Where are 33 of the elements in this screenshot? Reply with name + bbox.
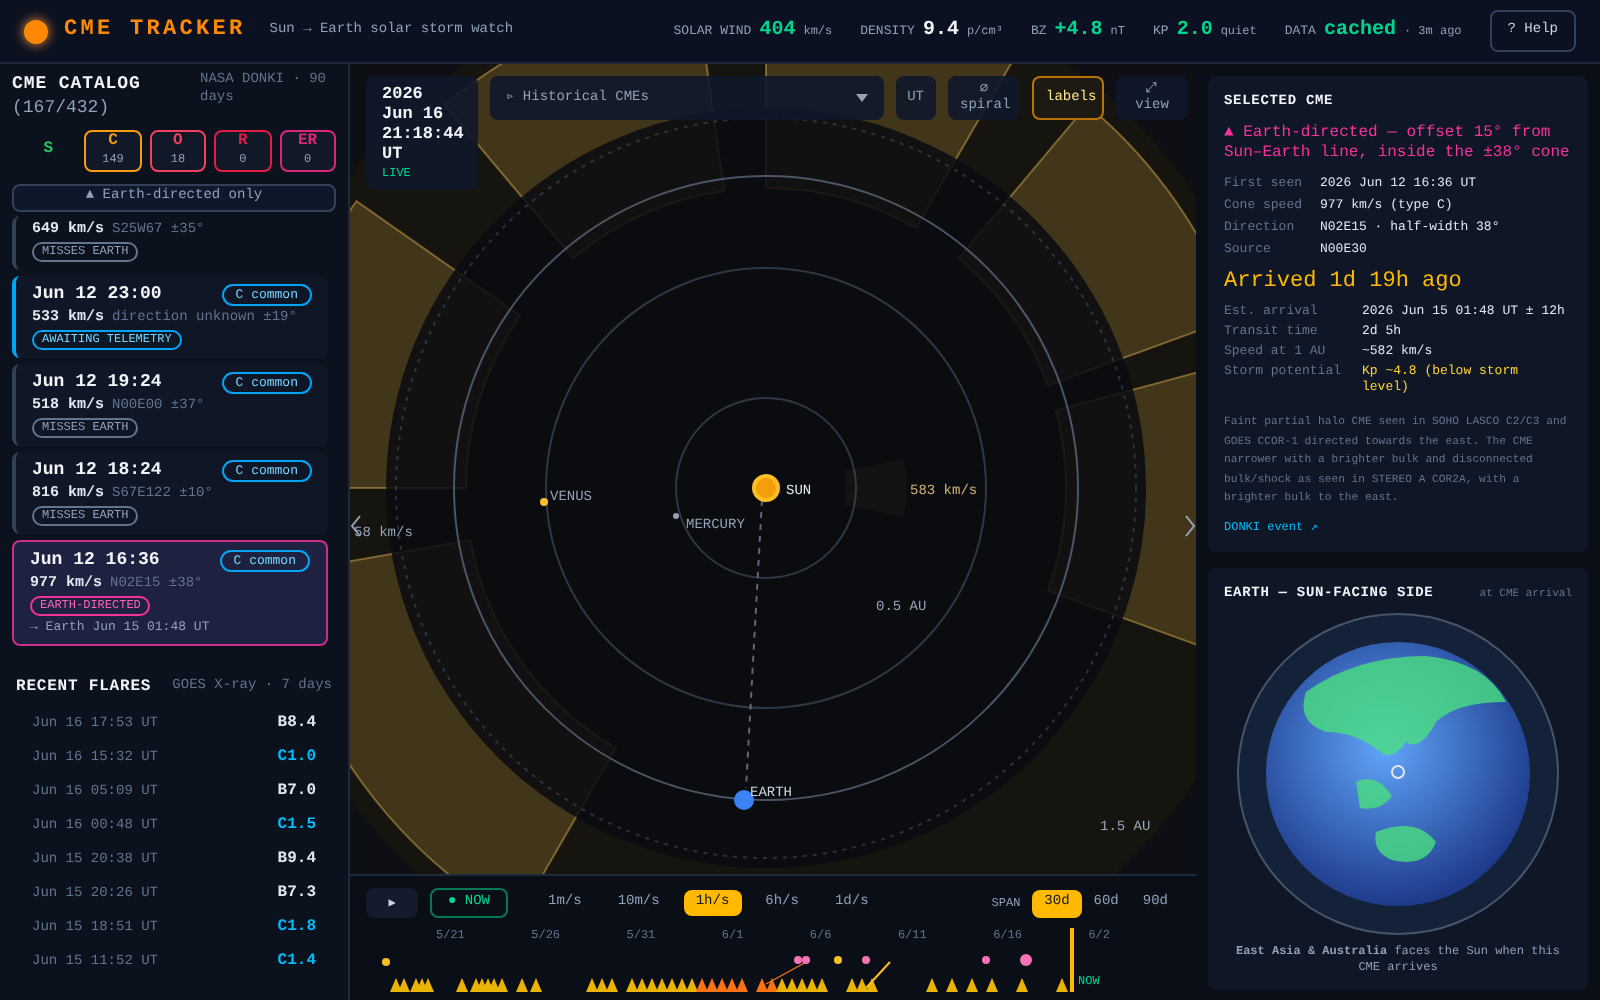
app-title: CME TRACKER bbox=[64, 16, 246, 47]
caret-icon bbox=[855, 94, 868, 102]
cme-time: Jun 12 16:36 bbox=[30, 549, 160, 571]
flare-class: C1.8 bbox=[277, 916, 316, 940]
flare-class: B8.4 bbox=[277, 712, 316, 736]
class-filter-chip[interactable]: S bbox=[20, 129, 77, 171]
earth-icon bbox=[734, 790, 754, 810]
stat-value: 9.4 bbox=[922, 18, 959, 46]
flare-class: B7.0 bbox=[277, 780, 316, 804]
stat-value: 404 bbox=[759, 18, 796, 46]
stat-value: +4.8 bbox=[1054, 18, 1103, 46]
sun-logo-icon bbox=[24, 19, 48, 43]
cme-time: Jun 12 19:24 bbox=[32, 371, 162, 393]
flare-class: C1.4 bbox=[277, 950, 316, 974]
stat-value: 2.0 bbox=[1176, 18, 1213, 46]
flares-title: RECENT FLARES bbox=[16, 675, 152, 699]
mercury-icon bbox=[673, 513, 679, 519]
arrival-status: Arrived 1d 19h ago bbox=[1224, 267, 1464, 297]
flare-class: C1.0 bbox=[277, 746, 316, 770]
sun-icon bbox=[752, 474, 780, 502]
flare-class: B7.3 bbox=[277, 882, 316, 906]
alert-text: ▲ Earth-directed — offset 15° from Sun–Earth line, inside the ±38° cone bbox=[1224, 123, 1572, 163]
chevron-right-icon[interactable] bbox=[1184, 514, 1196, 538]
flare-class: C1.5 bbox=[277, 814, 316, 838]
cme-time: Jun 12 23:00 bbox=[32, 283, 162, 305]
venus-icon bbox=[540, 498, 548, 506]
now-marker bbox=[1070, 928, 1074, 992]
catalog-count: (167/432) bbox=[12, 99, 112, 117]
clock-time: 2026 Jun 16 21:18:44 UT bbox=[382, 84, 462, 164]
catalog-title: CME CATALOG bbox=[12, 72, 141, 98]
cme-time: Jun 12 18:24 bbox=[32, 459, 162, 481]
flare-class: B9.4 bbox=[277, 848, 316, 872]
stat-value: cached bbox=[1323, 17, 1396, 46]
